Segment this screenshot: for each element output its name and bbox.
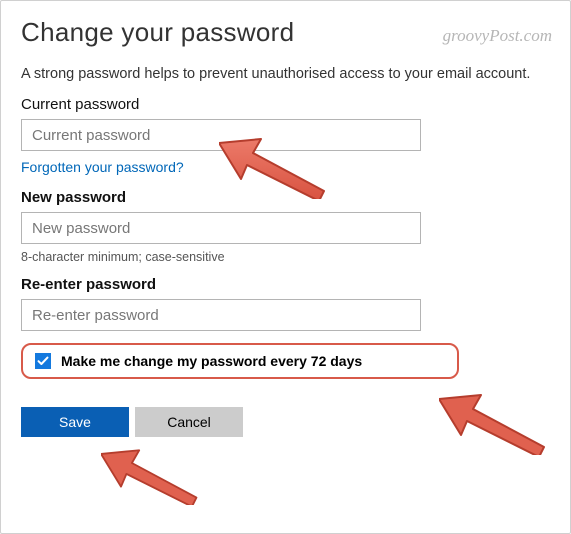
new-password-input[interactable] [21, 212, 421, 244]
forgot-password-link[interactable]: Forgotten your password? [21, 159, 184, 175]
check-icon [37, 355, 49, 367]
new-password-hint: 8-character minimum; case-sensitive [21, 250, 550, 264]
expire-checkbox-label: Make me change my password every 72 days [61, 353, 362, 369]
current-password-input[interactable] [21, 119, 421, 151]
reenter-password-label: Re-enter password [21, 276, 550, 293]
intro-text: A strong password helps to prevent unaut… [21, 66, 550, 82]
save-button[interactable]: Save [21, 407, 129, 437]
reenter-password-input[interactable] [21, 299, 421, 331]
expire-callout: Make me change my password every 72 days [21, 343, 459, 379]
cancel-button[interactable]: Cancel [135, 407, 243, 437]
page-title: Change your password [21, 17, 294, 48]
current-password-label: Current password [21, 96, 550, 113]
watermark: groovyPost.com [443, 26, 552, 46]
annotation-arrow [101, 441, 201, 505]
expire-checkbox[interactable] [35, 353, 51, 369]
new-password-label: New password [21, 189, 550, 206]
